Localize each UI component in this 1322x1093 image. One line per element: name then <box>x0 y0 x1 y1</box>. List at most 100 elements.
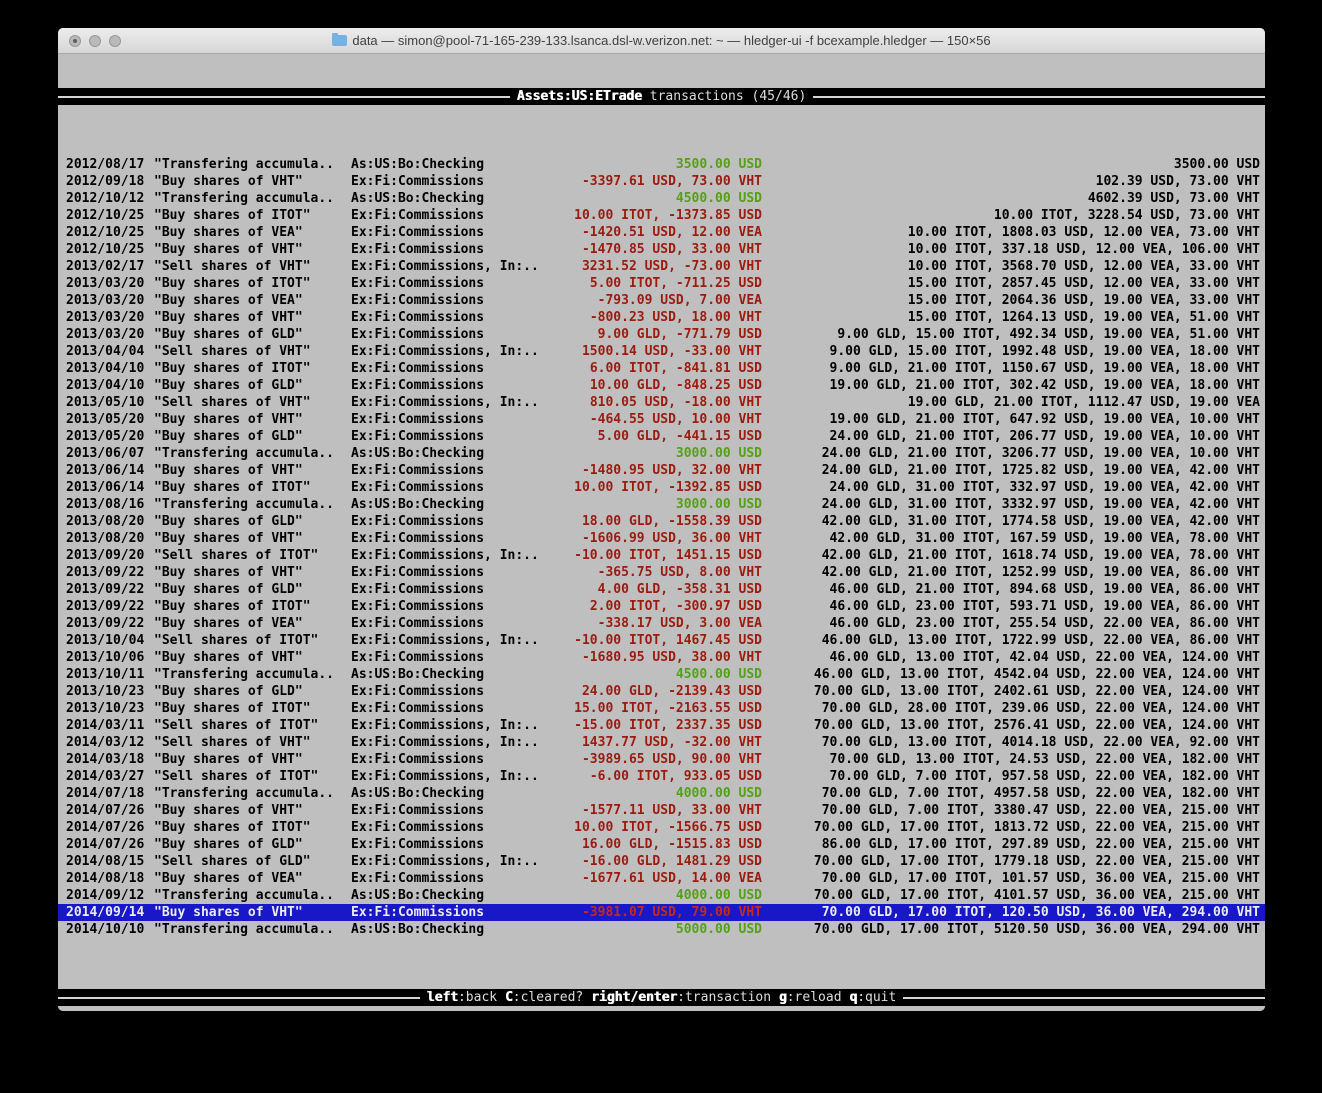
tx-description: "Transfering accumula.. <box>154 190 351 207</box>
tx-running-balance: 15.00 ITOT, 2857.45 USD, 12.00 VEA, 33.0… <box>762 275 1265 292</box>
tx-change-amount: 810.05 USD, -18.00 VHT <box>556 394 762 411</box>
tx-accounts: As:US:Bo:Checking <box>351 666 556 683</box>
transaction-row[interactable]: 2014/03/12"Sell shares of VHT"Ex:Fi:Comm… <box>58 734 1265 751</box>
tx-accounts: Ex:Fi:Commissions <box>351 870 556 887</box>
transaction-row[interactable]: 2013/09/22"Buy shares of ITOT"Ex:Fi:Comm… <box>58 598 1265 615</box>
tx-running-balance: 70.00 GLD, 13.00 ITOT, 4014.18 USD, 22.0… <box>762 734 1265 751</box>
transaction-row[interactable]: 2014/08/18"Buy shares of VEA"Ex:Fi:Commi… <box>58 870 1265 887</box>
tx-running-balance: 70.00 GLD, 7.00 ITOT, 4957.58 USD, 22.00… <box>762 785 1265 802</box>
transaction-row[interactable]: 2013/09/22"Buy shares of VHT"Ex:Fi:Commi… <box>58 564 1265 581</box>
tx-description: "Buy shares of ITOT" <box>154 598 351 615</box>
tx-change-amount: 4.00 GLD, -358.31 USD <box>556 581 762 598</box>
tx-date: 2014/07/26 <box>58 819 154 836</box>
transaction-row[interactable]: 2014/10/10"Transfering accumula..As:US:B… <box>58 921 1265 938</box>
tx-date: 2013/09/22 <box>58 564 154 581</box>
transaction-row[interactable]: 2012/10/12"Transfering accumula..As:US:B… <box>58 190 1265 207</box>
transaction-row[interactable]: 2013/05/20"Buy shares of VHT"Ex:Fi:Commi… <box>58 411 1265 428</box>
tx-description: "Transfering accumula.. <box>154 887 351 904</box>
transaction-row[interactable]: 2013/04/10"Buy shares of GLD"Ex:Fi:Commi… <box>58 377 1265 394</box>
transaction-row[interactable]: 2012/10/25"Buy shares of VEA"Ex:Fi:Commi… <box>58 224 1265 241</box>
tx-description: "Transfering accumula.. <box>154 496 351 513</box>
tx-running-balance: 70.00 GLD, 17.00 ITOT, 120.50 USD, 36.00… <box>762 904 1265 921</box>
transaction-row[interactable]: 2013/10/04"Sell shares of ITOT"Ex:Fi:Com… <box>58 632 1265 649</box>
transaction-row[interactable]: 2013/09/22"Buy shares of GLD"Ex:Fi:Commi… <box>58 581 1265 598</box>
tx-running-balance: 70.00 GLD, 17.00 ITOT, 4101.57 USD, 36.0… <box>762 887 1265 904</box>
transaction-row[interactable]: 2013/08/20"Buy shares of VHT"Ex:Fi:Commi… <box>58 530 1265 547</box>
transaction-row[interactable]: 2014/08/15"Sell shares of GLD"Ex:Fi:Comm… <box>58 853 1265 870</box>
transaction-row[interactable]: 2013/09/22"Buy shares of VEA"Ex:Fi:Commi… <box>58 615 1265 632</box>
tx-description: "Transfering accumula.. <box>154 785 351 802</box>
transaction-row[interactable]: 2012/10/25"Buy shares of ITOT"Ex:Fi:Comm… <box>58 207 1265 224</box>
key-name: C <box>505 990 513 1005</box>
tx-accounts: Ex:Fi:Commissions <box>351 292 556 309</box>
transaction-row[interactable]: 2013/03/20"Buy shares of VEA"Ex:Fi:Commi… <box>58 292 1265 309</box>
window-title-group: data — simon@pool-71-165-239-133.lsanca.… <box>332 33 990 48</box>
transaction-row[interactable]: 2013/10/11"Transfering accumula..As:US:B… <box>58 666 1265 683</box>
transaction-row[interactable]: 2013/10/23"Buy shares of GLD"Ex:Fi:Commi… <box>58 683 1265 700</box>
tx-change-amount: 15.00 ITOT, -2163.55 USD <box>556 700 762 717</box>
tx-running-balance: 70.00 GLD, 28.00 ITOT, 239.06 USD, 22.00… <box>762 700 1265 717</box>
transaction-row[interactable]: 2014/03/18"Buy shares of VHT"Ex:Fi:Commi… <box>58 751 1265 768</box>
transaction-row[interactable]: 2013/05/10"Sell shares of VHT"Ex:Fi:Comm… <box>58 394 1265 411</box>
tx-date: 2014/09/12 <box>58 887 154 904</box>
tx-accounts: Ex:Fi:Commissions <box>351 802 556 819</box>
transaction-row[interactable]: 2014/09/12"Transfering accumula..As:US:B… <box>58 887 1265 904</box>
tx-accounts: Ex:Fi:Commissions <box>351 819 556 836</box>
tx-accounts: Ex:Fi:Commissions, In:.. <box>351 734 556 751</box>
transaction-row[interactable]: 2013/08/16"Transfering accumula..As:US:B… <box>58 496 1265 513</box>
titlebar[interactable]: data — simon@pool-71-165-239-133.lsanca.… <box>58 28 1265 54</box>
transaction-row[interactable]: 2014/03/27"Sell shares of ITOT"Ex:Fi:Com… <box>58 768 1265 785</box>
transaction-row[interactable]: 2013/04/10"Buy shares of ITOT"Ex:Fi:Comm… <box>58 360 1265 377</box>
tx-running-balance: 102.39 USD, 73.00 VHT <box>762 173 1265 190</box>
screen-mode: transactions (45/46) <box>650 89 807 104</box>
tx-accounts: Ex:Fi:Commissions <box>351 649 556 666</box>
transaction-row[interactable]: 2014/07/26"Buy shares of VHT"Ex:Fi:Commi… <box>58 802 1265 819</box>
tx-date: 2014/07/26 <box>58 802 154 819</box>
terminal-content[interactable]: Assets:US:ETrade transactions (45/46) 20… <box>58 54 1265 1011</box>
transaction-row[interactable]: 2013/10/23"Buy shares of ITOT"Ex:Fi:Comm… <box>58 700 1265 717</box>
zoom-button[interactable] <box>109 35 121 47</box>
transaction-row[interactable]: 2012/09/18"Buy shares of VHT"Ex:Fi:Commi… <box>58 173 1265 190</box>
transaction-row[interactable]: 2013/02/17"Sell shares of VHT"Ex:Fi:Comm… <box>58 258 1265 275</box>
window-controls <box>69 35 121 47</box>
transaction-row[interactable]: 2012/08/17"Transfering accumula..As:US:B… <box>58 156 1265 173</box>
transaction-row[interactable]: 2012/10/25"Buy shares of VHT"Ex:Fi:Commi… <box>58 241 1265 258</box>
transaction-row[interactable]: 2014/07/26"Buy shares of GLD"Ex:Fi:Commi… <box>58 836 1265 853</box>
tx-running-balance: 70.00 GLD, 13.00 ITOT, 2576.41 USD, 22.0… <box>762 717 1265 734</box>
tx-date: 2013/04/10 <box>58 377 154 394</box>
transaction-row[interactable]: 2013/03/20"Buy shares of GLD"Ex:Fi:Commi… <box>58 326 1265 343</box>
tx-running-balance: 10.00 ITOT, 1808.03 USD, 12.00 VEA, 73.0… <box>762 224 1265 241</box>
tx-accounts: Ex:Fi:Commissions <box>351 207 556 224</box>
transaction-row[interactable]: 2013/06/14"Buy shares of ITOT"Ex:Fi:Comm… <box>58 479 1265 496</box>
transaction-row[interactable]: 2014/07/18"Transfering accumula..As:US:B… <box>58 785 1265 802</box>
tx-date: 2012/09/18 <box>58 173 154 190</box>
transaction-row[interactable]: 2013/10/06"Buy shares of VHT"Ex:Fi:Commi… <box>58 649 1265 666</box>
tx-running-balance: 19.00 GLD, 21.00 ITOT, 647.92 USD, 19.00… <box>762 411 1265 428</box>
transaction-row[interactable]: 2013/03/20"Buy shares of ITOT"Ex:Fi:Comm… <box>58 275 1265 292</box>
tx-accounts: As:US:Bo:Checking <box>351 190 556 207</box>
close-button[interactable] <box>69 35 81 47</box>
tx-date: 2013/08/20 <box>58 513 154 530</box>
tx-date: 2013/05/20 <box>58 411 154 428</box>
minimize-button[interactable] <box>89 35 101 47</box>
tx-accounts: As:US:Bo:Checking <box>351 887 556 904</box>
transaction-row[interactable]: 2013/06/14"Buy shares of VHT"Ex:Fi:Commi… <box>58 462 1265 479</box>
transaction-row[interactable]: 2013/06/07"Transfering accumula..As:US:B… <box>58 445 1265 462</box>
tx-change-amount: -3397.61 USD, 73.00 VHT <box>556 173 762 190</box>
transaction-row[interactable]: 2013/03/20"Buy shares of VHT"Ex:Fi:Commi… <box>58 309 1265 326</box>
transaction-row[interactable]: 2014/07/26"Buy shares of ITOT"Ex:Fi:Comm… <box>58 819 1265 836</box>
tx-change-amount: 3500.00 USD <box>556 156 762 173</box>
tx-description: "Buy shares of VHT" <box>154 530 351 547</box>
tx-date: 2014/09/14 <box>58 904 154 921</box>
header-rule-right <box>813 96 1265 98</box>
transaction-row[interactable]: 2014/09/14"Buy shares of VHT"Ex:Fi:Commi… <box>58 904 1265 921</box>
tx-date: 2013/05/10 <box>58 394 154 411</box>
transaction-row[interactable]: 2013/05/20"Buy shares of GLD"Ex:Fi:Commi… <box>58 428 1265 445</box>
transaction-row[interactable]: 2013/09/20"Sell shares of ITOT"Ex:Fi:Com… <box>58 547 1265 564</box>
tx-accounts: Ex:Fi:Commissions, In:.. <box>351 394 556 411</box>
transaction-row[interactable]: 2014/03/11"Sell shares of ITOT"Ex:Fi:Com… <box>58 717 1265 734</box>
tx-accounts: Ex:Fi:Commissions <box>351 462 556 479</box>
transaction-row[interactable]: 2013/04/04"Sell shares of VHT"Ex:Fi:Comm… <box>58 343 1265 360</box>
transaction-row[interactable]: 2013/08/20"Buy shares of GLD"Ex:Fi:Commi… <box>58 513 1265 530</box>
tx-description: "Buy shares of VHT" <box>154 411 351 428</box>
